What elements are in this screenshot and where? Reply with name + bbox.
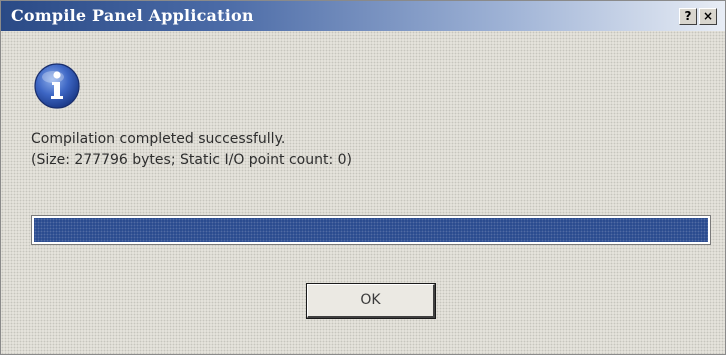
- ok-button[interactable]: OK: [307, 284, 435, 318]
- title-bar[interactable]: Compile Panel Application ? ×: [1, 1, 725, 31]
- information-icon: [34, 63, 80, 109]
- dialog-window: Compile Panel Application ? × Compilatio…: [0, 0, 726, 355]
- message-line-1: Compilation completed successfully.: [31, 131, 286, 147]
- help-button[interactable]: ?: [679, 8, 697, 25]
- message-text: Compilation completed successfully. (Siz…: [31, 129, 352, 171]
- message-line-2: (Size: 277796 bytes; Static I/O point co…: [31, 152, 352, 168]
- window-title: Compile Panel Application: [11, 6, 254, 25]
- progress-bar: [31, 215, 711, 245]
- close-button[interactable]: ×: [699, 8, 717, 25]
- progress-fill: [34, 218, 708, 242]
